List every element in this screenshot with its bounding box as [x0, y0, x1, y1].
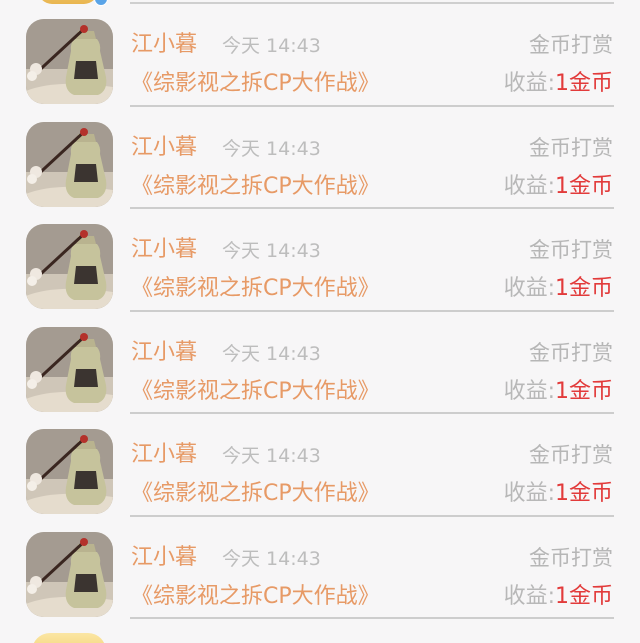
income-label: 收益:	[503, 378, 555, 404]
income: 收益:1金币	[504, 69, 613, 99]
income-value: 1金币	[555, 378, 613, 404]
income-label: 收益:	[503, 481, 555, 506]
divider	[130, 617, 614, 619]
list-item[interactable]: 江小暮 今天 14:43 金币打赏 《综影视之拆CP大作战》 收益:1金币	[0, 107, 640, 209]
income-value: 1金币	[555, 481, 613, 506]
list-item[interactable]: 江小暮 今天 14:43 金币打赏 《综影视之拆CP大作战》 收益:1金币	[0, 414, 640, 517]
avatar[interactable]	[26, 429, 113, 514]
list-item[interactable]: 江小暮 今天 14:43 金币打赏 《综影视之拆CP大作战》 收益:1金币	[0, 517, 640, 619]
list-item[interactable]: 江小暮 今天 14:43 金币打赏 《综影视之拆CP大作战》 收益:1金币	[0, 312, 640, 414]
income: 收益:1金币	[504, 377, 613, 407]
income-label: 收益:	[503, 71, 555, 96]
book-title[interactable]: 《综影视之拆CP大作战》	[131, 274, 380, 304]
book-title[interactable]: 《综影视之拆CP大作战》	[131, 69, 380, 99]
record-type: 金币打赏	[529, 443, 613, 467]
record-type: 金币打赏	[529, 340, 613, 365]
avatar[interactable]	[26, 121, 113, 207]
user-name[interactable]: 江小暮	[131, 134, 197, 162]
record-type: 金币打赏	[529, 545, 613, 570]
income: 收益:1金币	[504, 274, 613, 304]
book-title[interactable]: 《综影视之拆CP大作战》	[131, 377, 380, 407]
avatar[interactable]	[26, 224, 113, 309]
income-value: 1金币	[555, 173, 613, 199]
vase-hairpin-image	[26, 429, 113, 514]
book-title[interactable]: 《综影视之拆CP大作战》	[131, 479, 380, 509]
book-title[interactable]: 《综影视之拆CP大作战》	[131, 172, 380, 202]
income: 收益:1金币	[504, 172, 613, 202]
user-name[interactable]: 江小暮	[131, 339, 197, 367]
timestamp: 今天 14:43	[222, 240, 321, 262]
user-name[interactable]: 江小暮	[131, 544, 197, 572]
avatar[interactable]	[26, 531, 113, 617]
record-type: 金币打赏	[529, 33, 613, 57]
income-label: 收益:	[503, 276, 555, 301]
income-label: 收益:	[503, 173, 555, 199]
avatar	[32, 633, 106, 643]
timestamp: 今天 14:43	[222, 445, 321, 467]
timestamp: 今天 14:43	[222, 35, 321, 57]
list-item[interactable]: 江小暮 今天 14:43 金币打赏 《综影视之拆CP大作战》 收益:1金币	[0, 4, 640, 107]
user-name[interactable]: 江小暮	[131, 31, 197, 59]
income: 收益:1金币	[504, 582, 613, 612]
reward-list: 江小暮 今天 14:43 金币打赏 《综影视之拆CP大作战》 收益:1金币 江小…	[0, 4, 640, 619]
timestamp: 今天 14:43	[222, 137, 321, 160]
timestamp: 今天 14:43	[222, 342, 321, 365]
income: 收益:1金币	[504, 479, 613, 509]
income-label: 收益:	[503, 583, 555, 609]
income-value: 1金币	[555, 583, 613, 609]
vase-hairpin-image	[26, 531, 113, 617]
partial-list-item-bottom[interactable]	[0, 631, 640, 643]
vase-hairpin-image	[26, 121, 113, 207]
vase-hairpin-image	[26, 326, 113, 412]
avatar[interactable]	[26, 19, 113, 104]
income-value: 1金币	[555, 276, 613, 301]
user-name[interactable]: 江小暮	[131, 441, 197, 469]
vase-hairpin-image	[26, 224, 113, 309]
book-title[interactable]: 《综影视之拆CP大作战》	[131, 582, 380, 612]
user-name[interactable]: 江小暮	[131, 236, 197, 264]
timestamp: 今天 14:43	[222, 547, 321, 570]
record-type: 金币打赏	[529, 238, 613, 262]
list-item[interactable]: 江小暮 今天 14:43 金币打赏 《综影视之拆CP大作战》 收益:1金币	[0, 209, 640, 312]
record-type: 金币打赏	[529, 135, 613, 160]
vase-hairpin-image	[26, 19, 113, 104]
income-value: 1金币	[555, 71, 613, 96]
avatar[interactable]	[26, 326, 113, 412]
reward-record-screen: 江小暮 今天 14:43 金币打赏 《综影视之拆CP大作战》 收益:1金币 江小…	[0, 0, 640, 643]
